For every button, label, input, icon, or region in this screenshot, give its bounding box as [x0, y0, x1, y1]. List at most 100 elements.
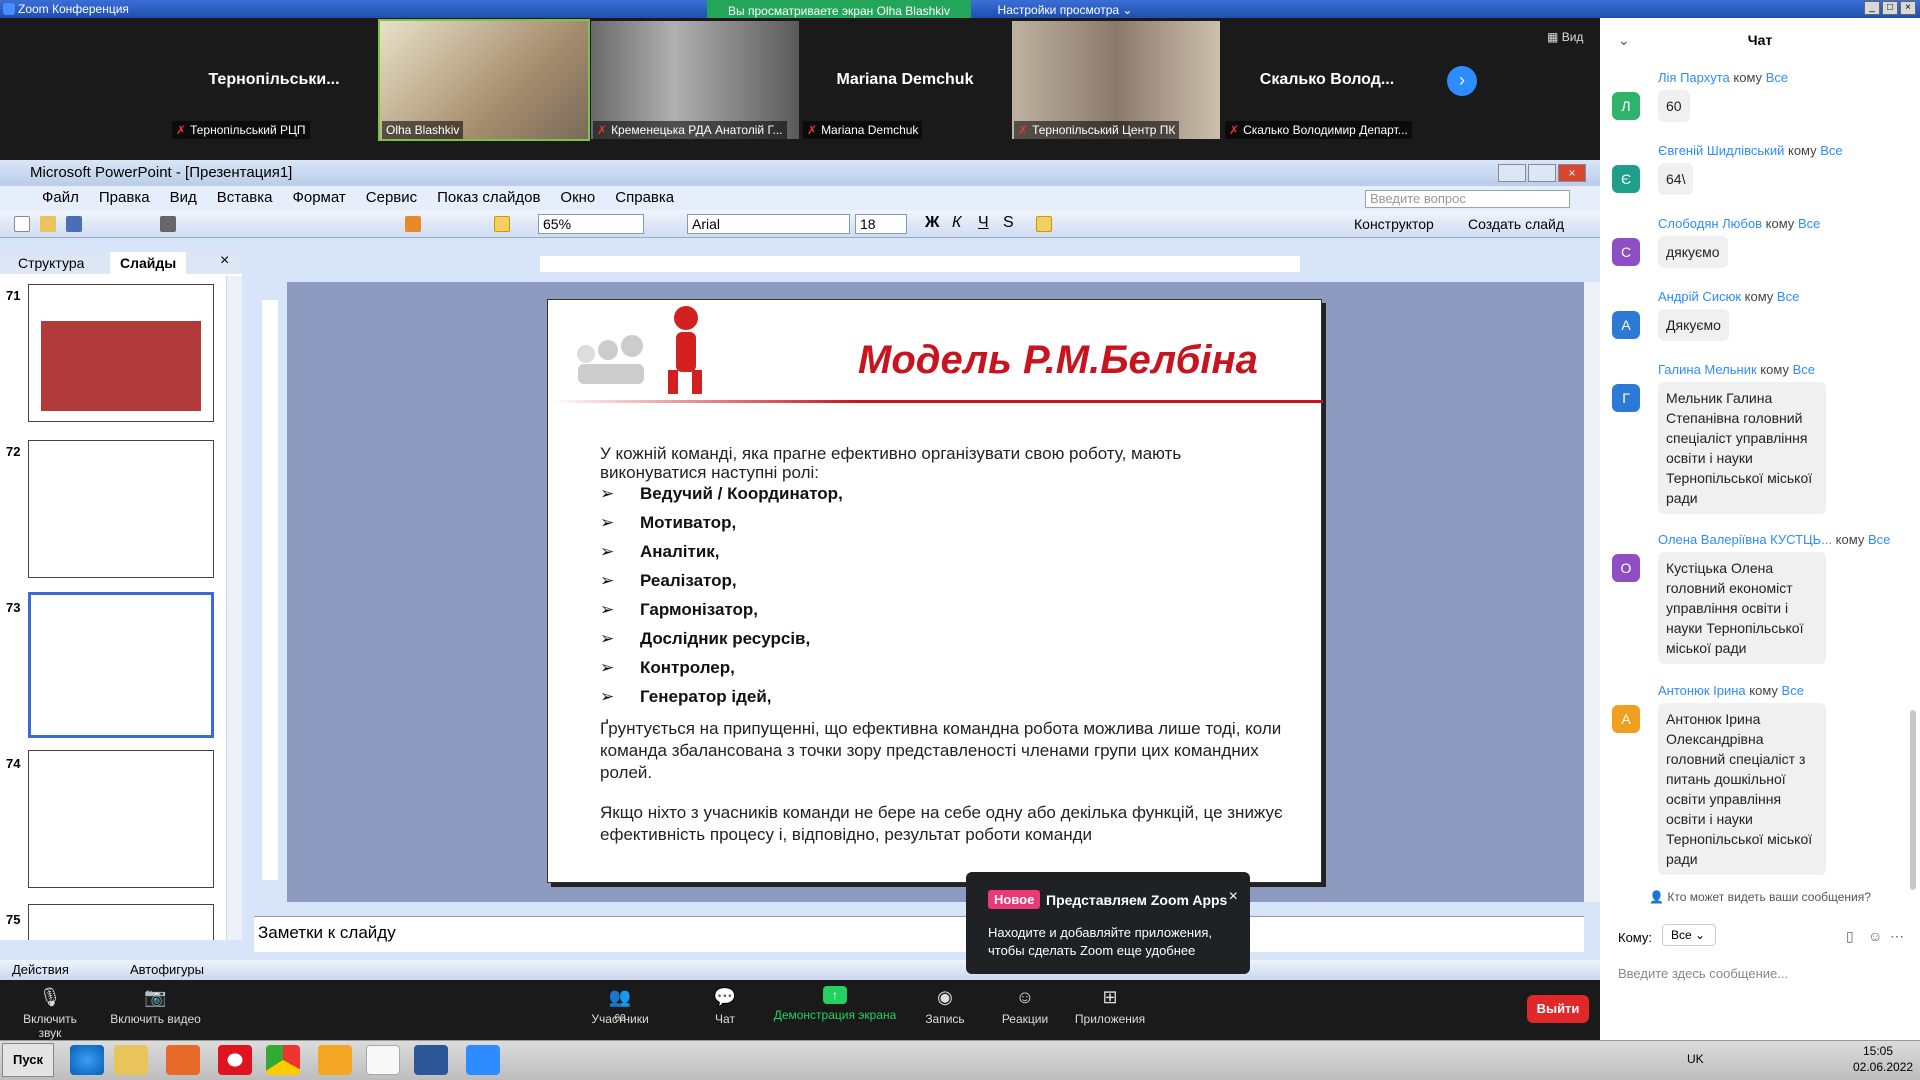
sender-name[interactable]: Галина Мельник [1658, 362, 1757, 377]
more-icon[interactable]: ⋯ [1890, 928, 1904, 945]
recipient-name[interactable]: Все [1782, 683, 1804, 698]
slide-thumbnail-selected[interactable] [28, 592, 214, 738]
app-icon[interactable] [318, 1045, 352, 1075]
reactions-button[interactable]: ☺ Реакции [995, 986, 1055, 1026]
align-left-icon[interactable] [1036, 216, 1052, 232]
participant-tile[interactable]: Mariana Demchuk ✗ Mariana Demchuk [801, 21, 1009, 139]
save-icon[interactable] [66, 216, 82, 232]
recipient-name[interactable]: Все [1766, 70, 1788, 85]
recipient-name[interactable]: Все [1777, 289, 1799, 304]
bold-button[interactable]: Ж [925, 214, 939, 232]
autoshapes-menu[interactable]: Автофигуры [130, 960, 204, 980]
participant-tile-video[interactable]: Olha Blashkiv [378, 19, 590, 141]
document-icon[interactable] [366, 1045, 400, 1075]
ask-question-input[interactable]: Введите вопрос [1365, 190, 1570, 208]
recipient-name[interactable]: Все [1820, 143, 1842, 158]
slide-thumbnail[interactable] [28, 284, 214, 422]
close-button[interactable]: × [1900, 1, 1916, 15]
slides-pane-scrollbar[interactable] [226, 276, 242, 940]
who-can-see-link[interactable]: 👤 Кто может видеть ваши сообщения? [1600, 890, 1920, 904]
chat-input[interactable]: Введите здесь сообщение... [1618, 966, 1898, 981]
to-text: кому [1744, 289, 1774, 304]
slide-thumbnail[interactable] [28, 750, 214, 888]
slide-thumbnail[interactable] [28, 904, 214, 940]
tab-slides[interactable]: Слайды [110, 252, 187, 274]
chrome-icon[interactable] [266, 1045, 300, 1075]
word-icon[interactable] [414, 1045, 448, 1075]
menu-insert[interactable]: Вставка [217, 186, 273, 210]
participant-tile[interactable]: Скалько Волод... ✗ Скалько Володимир Депа… [1223, 21, 1431, 139]
chat-scrollbar[interactable] [1910, 710, 1916, 890]
italic-button[interactable]: К [952, 214, 961, 232]
start-video-button[interactable]: 📷 Включить видео [108, 986, 203, 1026]
new-icon[interactable] [14, 216, 30, 232]
clock-time[interactable]: 15:05 [1863, 1044, 1893, 1058]
emoji-icon[interactable]: ☺ [1868, 928, 1882, 944]
maximize-button[interactable]: □ [1882, 1, 1898, 15]
next-page-button[interactable]: › [1447, 66, 1477, 96]
close-pane-icon[interactable]: × [220, 252, 229, 270]
recipient-name[interactable]: Все [1798, 216, 1820, 231]
zoom-select[interactable]: 65% [538, 214, 644, 234]
popup-close-icon[interactable]: × [1229, 888, 1238, 906]
file-icon[interactable]: ▯ [1846, 928, 1854, 945]
participant-tile-video[interactable]: ✗ Тернопільський Центр ПК [1012, 21, 1220, 139]
opera-icon[interactable] [218, 1045, 252, 1075]
share-screen-button[interactable]: ↑ Демонстрация экрана [770, 986, 900, 1022]
menu-tools[interactable]: Сервис [366, 186, 417, 210]
ppt-restore-button[interactable] [1528, 164, 1556, 182]
menu-format[interactable]: Формат [292, 186, 345, 210]
menu-edit[interactable]: Правка [99, 186, 150, 210]
recipient-name[interactable]: Все [1868, 532, 1890, 547]
slide-canvas[interactable]: Модель Р.М.Белбіна У кожній команді, яка… [547, 299, 1323, 883]
recipient-select[interactable]: Все ⌄ [1662, 924, 1716, 946]
language-indicator[interactable]: UK [1687, 1052, 1704, 1066]
font-select[interactable]: Arial [687, 214, 850, 234]
unmute-button[interactable]: 🎙 Включить звук [10, 986, 90, 1040]
leave-button[interactable]: Выйти [1527, 995, 1589, 1023]
menu-file[interactable]: Файл [42, 186, 79, 210]
print-icon[interactable] [160, 216, 176, 232]
minimize-button[interactable]: _ [1864, 1, 1880, 15]
sender-name[interactable]: Євгеній Шидлівський [1658, 143, 1784, 158]
designer-button[interactable]: Конструктор [1354, 216, 1434, 232]
chat-button[interactable]: 💬 Чат [700, 986, 750, 1026]
shadow-button[interactable]: S [1003, 214, 1014, 232]
explorer-icon[interactable] [114, 1045, 148, 1075]
sender-name[interactable]: Лія Пархута [1658, 70, 1730, 85]
recipient-name[interactable]: Все [1793, 362, 1815, 377]
ppt-minimize-button[interactable] [1498, 164, 1526, 182]
sender-name[interactable]: Андрій Сисюк [1658, 289, 1741, 304]
view-button[interactable]: ▦ Вид [1547, 30, 1583, 44]
font-size-select[interactable]: 18 [855, 214, 907, 234]
sender-name[interactable]: Слободян Любов [1658, 216, 1762, 231]
ppt-close-button[interactable]: × [1558, 164, 1586, 182]
notes-pane[interactable]: Заметки к слайду [254, 916, 1584, 952]
menu-slideshow[interactable]: Показ слайдов [437, 186, 540, 210]
editor-scrollbar[interactable] [1584, 282, 1600, 902]
chart-icon[interactable] [405, 216, 421, 232]
zoom-taskbar-icon[interactable] [466, 1045, 500, 1075]
menu-view[interactable]: Вид [170, 186, 197, 210]
record-button[interactable]: ◉ Запись [920, 986, 970, 1026]
participant-tile-video[interactable]: ✗ Кременецька РДА Анатолій Г... [591, 21, 799, 139]
actions-menu[interactable]: Действия [12, 960, 69, 980]
clock-date[interactable]: 02.06.2022 [1853, 1060, 1913, 1074]
menu-window[interactable]: Окно [560, 186, 595, 210]
ie-icon[interactable] [70, 1045, 104, 1075]
grid-toggle-icon[interactable] [494, 216, 510, 232]
new-slide-button[interactable]: Создать слайд [1468, 216, 1564, 232]
participant-tile[interactable]: Тернопільськи... ✗ Тернопільський РЦП [170, 21, 378, 139]
start-button[interactable]: Пуск [2, 1043, 54, 1077]
open-icon[interactable] [40, 216, 56, 232]
menu-help[interactable]: Справка [615, 186, 674, 210]
media-icon[interactable] [166, 1045, 200, 1075]
chevron-down-icon[interactable]: ⌄ [1618, 32, 1630, 49]
participants-button[interactable]: 👥62 Участники [588, 986, 652, 1026]
sender-name[interactable]: Антонюк Ірина [1658, 683, 1746, 698]
tab-outline[interactable]: Структура [8, 252, 94, 274]
sender-name[interactable]: Олена Валеріївна КУСТЦЬ... [1658, 532, 1832, 547]
slide-thumbnail[interactable] [28, 440, 214, 578]
apps-button[interactable]: ⊞ Приложения [1070, 986, 1150, 1026]
underline-button[interactable]: Ч [978, 214, 989, 232]
